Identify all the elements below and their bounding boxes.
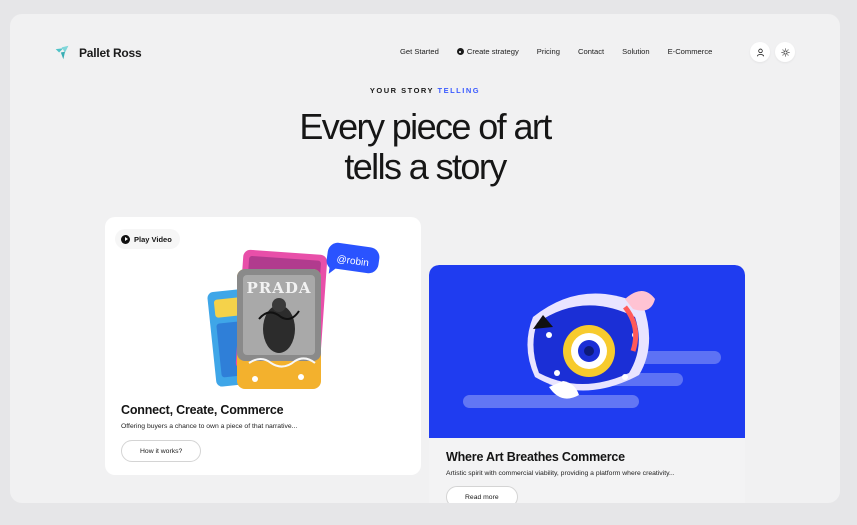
hero-eyebrow: YOUR STORY TELLING (10, 86, 840, 95)
nav-solution[interactable]: Solution (622, 47, 649, 56)
headline-line-2: tells a story (344, 146, 507, 187)
nav-solution-label: Solution (622, 47, 650, 56)
nav-pricing[interactable]: Pricing (537, 47, 560, 56)
sparkle-icon (456, 48, 464, 55)
page-frame: Pallet Ross Get Started Create strategy … (10, 14, 840, 503)
eye-artwork (463, 291, 721, 408)
card-left-title: Connect, Create, Commerce (121, 403, 284, 417)
logo-mark-icon (55, 45, 69, 60)
card-right-description: Artistic spirit with commercial viabilit… (446, 470, 675, 477)
artwork-card-front: PRADA (237, 269, 321, 389)
hero-headline: Every piece of art tells a story (10, 107, 840, 187)
nav-contact[interactable]: Contact (578, 47, 604, 56)
artwork-stack: PRADA @robin (207, 241, 380, 389)
play-video-button[interactable]: Play Video (115, 229, 180, 249)
username-tag: @robin (326, 241, 380, 274)
headline-line-1: Every piece of art (299, 106, 552, 147)
how-it-works-button[interactable]: How it works? (121, 440, 202, 462)
poster-text: PRADA (246, 279, 311, 297)
nav-contact-label: Contact (577, 47, 605, 56)
logo[interactable]: Pallet Ross (54, 44, 142, 61)
feature-card-commerce: Where Art Breathes Commerce Artistic spi… (429, 265, 745, 503)
play-video-label: Play Video (134, 234, 172, 244)
nav-e-commerce-label: E-Commerce (667, 47, 713, 56)
main-nav: Get Started Create strategy Pricing Cont… (400, 47, 712, 56)
nav-get-started[interactable]: Get Started (400, 47, 439, 56)
card-right-artwork (429, 265, 745, 438)
nav-create-strategy[interactable]: Create strategy (456, 47, 519, 56)
sun-icon (780, 47, 790, 57)
read-more-button[interactable]: Read more (446, 486, 518, 503)
theme-toggle-button[interactable] (775, 42, 795, 62)
eyebrow-accent: TELLING (437, 86, 481, 95)
card-right-title: Where Art Breathes Commerce (446, 450, 625, 464)
play-icon (121, 234, 130, 244)
user-button[interactable] (750, 42, 770, 62)
nav-pricing-label: Pricing (536, 47, 560, 56)
nav-create-strategy-label: Create strategy (466, 47, 519, 56)
nav-get-started-label: Get Started (400, 47, 439, 56)
eyebrow-prefix: YOUR STORY (369, 86, 434, 95)
nav-e-commerce[interactable]: E-Commerce (668, 47, 713, 56)
feature-card-connect: Play Video PRADA @robin Connect, Create,… (105, 217, 421, 475)
brand-name: Pallet Ross (79, 45, 142, 60)
card-left-description: Offering buyers a chance to own a piece … (121, 423, 298, 430)
user-icon (756, 48, 764, 56)
